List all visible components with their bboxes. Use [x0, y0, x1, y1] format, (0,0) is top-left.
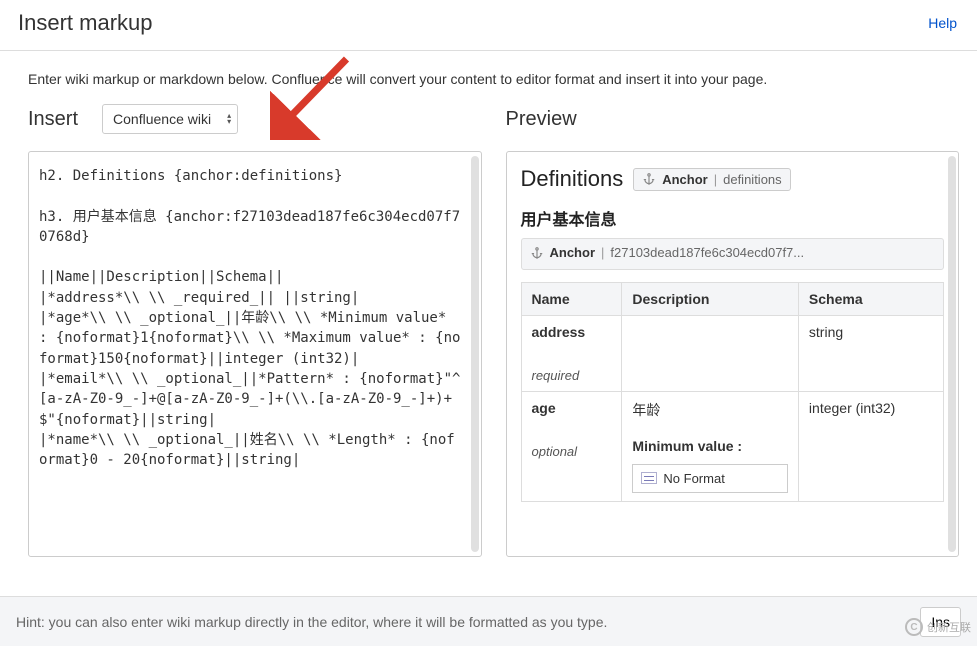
markup-type-value: Confluence wiki — [113, 111, 211, 127]
scrollbar[interactable] — [948, 156, 956, 552]
cell-name: address — [532, 324, 586, 340]
anchor-icon — [642, 172, 656, 186]
footer-hint: Hint: you can also enter wiki markup dir… — [16, 614, 607, 630]
th-schema: Schema — [798, 282, 943, 315]
anchor-macro: Anchor | f27103dead187fe6c304ecd07f7... — [521, 238, 945, 270]
markup-textarea[interactable]: h2. Definitions {anchor:definitions} h3.… — [29, 152, 481, 556]
preview-h2: Definitions — [521, 166, 624, 192]
anchor-icon — [530, 246, 544, 260]
table-row: age optional 年龄 Minimum value : No Forma… — [521, 391, 944, 501]
help-link[interactable]: Help — [928, 15, 957, 31]
dialog-title: Insert markup — [18, 10, 153, 36]
dialog-footer: Hint: you can also enter wiki markup dir… — [0, 596, 977, 646]
cell-schema: integer (int32) — [798, 391, 943, 501]
cell-schema: string — [798, 315, 943, 391]
noformat-icon — [641, 472, 657, 484]
cell-modifier: required — [532, 368, 612, 383]
th-description: Description — [622, 282, 799, 315]
select-arrows-icon: ▴▾ — [227, 113, 231, 125]
preview-h3: 用户基本信息 — [521, 206, 945, 230]
insert-column: Insert Confluence wiki ▴▾ h2. Definition… — [28, 103, 482, 557]
preview-panel: Definitions Anchor | definitions 用户基本信息 — [506, 151, 960, 557]
preview-column: Preview Definitions Anchor | definitions… — [506, 103, 960, 557]
insert-label: Insert — [28, 108, 78, 131]
th-name: Name — [521, 282, 622, 315]
cell-name: age — [532, 400, 556, 416]
preview-table: Name Description Schema address required — [521, 282, 945, 502]
markup-input-panel: h2. Definitions {anchor:definitions} h3.… — [28, 151, 482, 557]
dialog-header: Insert markup Help — [0, 0, 977, 51]
table-row: address required string — [521, 315, 944, 391]
cell-description: 年龄 Minimum value : No Format — [622, 391, 799, 501]
preview-label: Preview — [506, 108, 577, 131]
anchor-macro: Anchor | definitions — [633, 168, 790, 191]
table-header-row: Name Description Schema — [521, 282, 944, 315]
cell-description — [622, 315, 799, 391]
intro-text: Enter wiki markup or markdown below. Con… — [0, 51, 977, 103]
scrollbar[interactable] — [471, 156, 479, 552]
noformat-macro: No Format — [632, 464, 788, 493]
cell-modifier: optional — [532, 444, 612, 459]
markup-type-select[interactable]: Confluence wiki ▴▾ — [102, 104, 238, 134]
insert-button[interactable]: Ins — [920, 607, 961, 637]
